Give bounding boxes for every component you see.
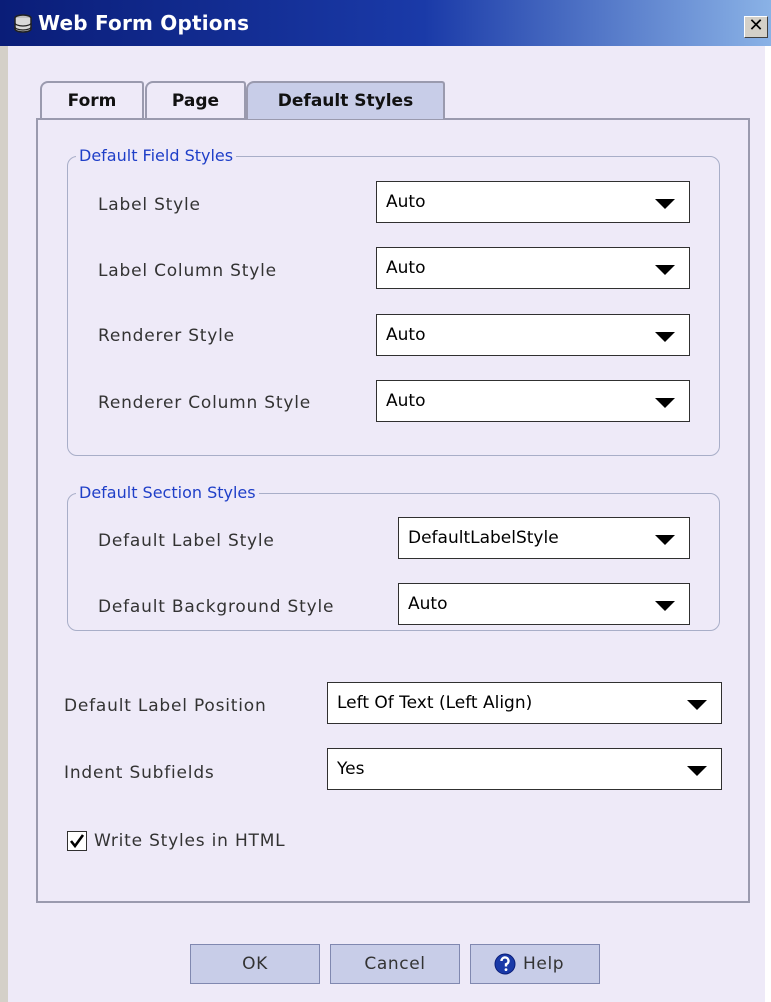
write-styles-label: Write Styles in HTML [94, 831, 286, 851]
select-value: Left Of Text (Left Align) [337, 693, 533, 713]
default-background-style-select[interactable]: Auto [398, 583, 690, 625]
close-icon: ✕ [748, 15, 764, 36]
database-icon [14, 14, 32, 33]
default-label-style-label: Default Label Style [98, 531, 275, 551]
label-column-style-select[interactable]: Auto [376, 247, 690, 289]
select-value: Auto [408, 594, 448, 614]
window-title: Web Form Options [38, 11, 250, 35]
renderer-column-style-select[interactable]: Auto [376, 380, 690, 422]
renderer-column-style-label: Renderer Column Style [98, 393, 312, 413]
checkmark-icon [69, 834, 85, 849]
group-legend: Default Section Styles [76, 483, 259, 503]
select-value: Auto [386, 192, 426, 212]
help-icon [494, 953, 516, 975]
tab-page[interactable]: Page [145, 81, 246, 119]
chevron-down-icon [655, 398, 675, 408]
web-form-options-dialog: Web Form Options ✕ Form Page Default Sty… [0, 0, 771, 1002]
group-legend: Default Field Styles [76, 146, 237, 166]
help-button-label: Help [523, 954, 565, 974]
chevron-down-icon [655, 265, 675, 275]
close-button[interactable]: ✕ [744, 16, 768, 38]
default-label-position-label: Default Label Position [64, 696, 267, 716]
write-styles-checkbox[interactable] [67, 831, 87, 851]
tab-default-styles[interactable]: Default Styles [246, 81, 445, 119]
indent-subfields-select[interactable]: Yes [327, 748, 722, 790]
chevron-down-icon [687, 700, 707, 710]
label-column-style-label: Label Column Style [98, 261, 277, 281]
select-value: Auto [386, 391, 426, 411]
title-bar: Web Form Options ✕ [0, 0, 771, 46]
chevron-down-icon [655, 199, 675, 209]
indent-subfields-label: Indent Subfields [64, 763, 215, 783]
help-button[interactable]: Help [470, 944, 600, 984]
label-style-select[interactable]: Auto [376, 181, 690, 223]
select-value: Auto [386, 325, 426, 345]
label-style-label: Label Style [98, 195, 201, 215]
renderer-style-label: Renderer Style [98, 326, 235, 346]
default-label-position-select[interactable]: Left Of Text (Left Align) [327, 682, 722, 724]
renderer-style-select[interactable]: Auto [376, 314, 690, 356]
window-left-border [0, 46, 8, 1002]
default-background-style-label: Default Background Style [98, 597, 335, 617]
chevron-down-icon [655, 332, 675, 342]
select-value: DefaultLabelStyle [408, 528, 559, 548]
ok-button[interactable]: OK [190, 944, 320, 984]
select-value: Yes [337, 759, 365, 779]
select-value: Auto [386, 258, 426, 278]
chevron-down-icon [655, 535, 675, 545]
chevron-down-icon [655, 601, 675, 611]
window-right-border [765, 46, 771, 1002]
cancel-button[interactable]: Cancel [330, 944, 460, 984]
chevron-down-icon [687, 766, 707, 776]
tab-form[interactable]: Form [40, 81, 144, 119]
default-label-style-select[interactable]: DefaultLabelStyle [398, 517, 690, 559]
